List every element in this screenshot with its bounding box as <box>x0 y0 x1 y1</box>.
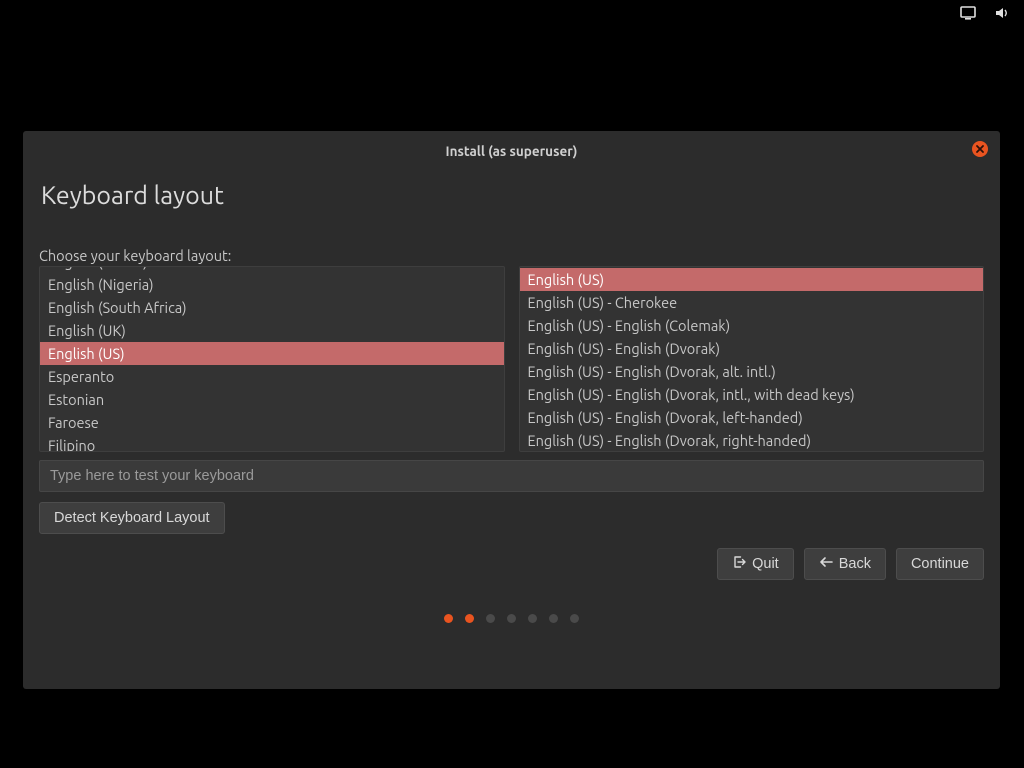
layout-item[interactable]: Filipino <box>40 434 504 452</box>
variant-item[interactable]: English (US) - English (Dvorak, right-ha… <box>520 429 984 452</box>
progress-dot <box>549 614 558 623</box>
variant-list[interactable]: English (US)English (US) - CherokeeEngli… <box>519 266 985 452</box>
detect-keyboard-button[interactable]: Detect Keyboard Layout <box>39 502 225 534</box>
quit-label: Quit <box>752 556 779 572</box>
layout-list[interactable]: English (Ghana)English (Nigeria)English … <box>39 266 505 452</box>
back-button[interactable]: Back <box>804 548 886 580</box>
display-icon[interactable] <box>960 6 976 20</box>
progress-dot <box>528 614 537 623</box>
layout-item[interactable]: English (UK) <box>40 319 504 342</box>
prompt-label: Choose your keyboard layout: <box>39 247 984 264</box>
nav-buttons: Quit Back Continue <box>23 534 1000 580</box>
arrow-left-icon <box>819 556 833 572</box>
detect-keyboard-label: Detect Keyboard Layout <box>54 510 210 526</box>
titlebar: Install (as superuser) <box>23 131 1000 163</box>
progress-dot <box>507 614 516 623</box>
layout-item[interactable]: Esperanto <box>40 365 504 388</box>
layout-item[interactable]: English (Nigeria) <box>40 273 504 296</box>
variant-item[interactable]: English (US) - English (Dvorak, intl., w… <box>520 383 984 406</box>
layout-item[interactable]: English (South Africa) <box>40 296 504 319</box>
continue-button[interactable]: Continue <box>896 548 984 580</box>
variant-item[interactable]: English (US) <box>520 268 984 291</box>
layout-item[interactable]: English (Ghana) <box>40 266 504 273</box>
keyboard-test-input[interactable] <box>39 460 984 492</box>
layout-item[interactable]: Estonian <box>40 388 504 411</box>
variant-item[interactable]: English (US) - Cherokee <box>520 291 984 314</box>
window-title: Install (as superuser) <box>446 143 578 159</box>
topbar <box>960 0 1024 24</box>
close-icon <box>975 144 985 154</box>
close-button[interactable] <box>972 141 988 157</box>
variant-item[interactable]: English (US) - English (Dvorak, alt. int… <box>520 360 984 383</box>
layout-lists-row: English (Ghana)English (Nigeria)English … <box>39 266 984 452</box>
continue-label: Continue <box>911 556 969 572</box>
progress-dot <box>465 614 474 623</box>
progress-dots <box>23 614 1000 623</box>
content-area: Choose your keyboard layout: English (Gh… <box>23 209 1000 534</box>
variant-item[interactable]: English (US) - English (Colemak) <box>520 314 984 337</box>
back-label: Back <box>839 556 871 572</box>
test-input-wrap <box>39 460 984 492</box>
layout-item[interactable]: English (US) <box>40 342 504 365</box>
progress-dot <box>444 614 453 623</box>
quit-icon <box>732 555 746 573</box>
volume-icon[interactable] <box>994 6 1010 20</box>
progress-dot <box>486 614 495 623</box>
layout-item[interactable]: Faroese <box>40 411 504 434</box>
variant-item[interactable]: English (US) - English (Dvorak, left-han… <box>520 406 984 429</box>
progress-dot <box>570 614 579 623</box>
detect-row: Detect Keyboard Layout <box>39 502 984 534</box>
quit-button[interactable]: Quit <box>717 548 794 580</box>
variant-item[interactable]: English (US) - English (Dvorak) <box>520 337 984 360</box>
page-title: Keyboard layout <box>23 163 1000 209</box>
installer-window: Install (as superuser) Keyboard layout C… <box>23 131 1000 689</box>
